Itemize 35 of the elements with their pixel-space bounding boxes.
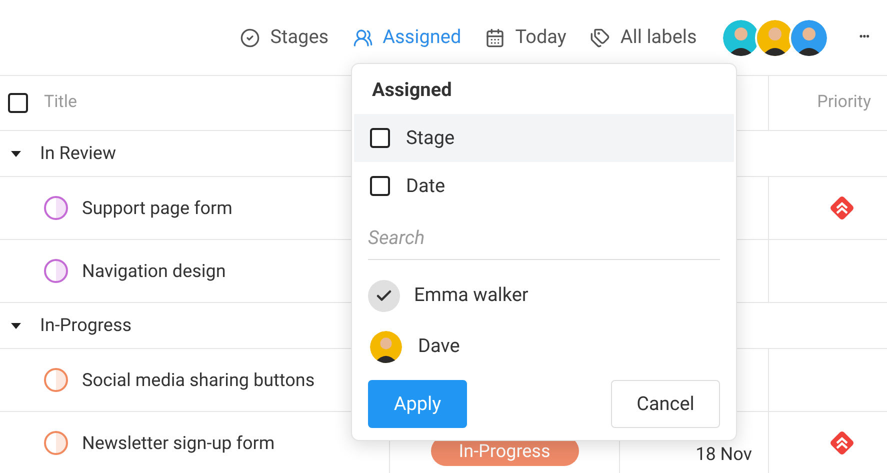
filter-icon — [590, 28, 610, 48]
person-row[interactable]: Emma walker — [352, 270, 736, 321]
option-label: Stage — [406, 124, 455, 151]
group-name: In-Progress — [40, 314, 132, 338]
task-title: Navigation design — [82, 260, 226, 284]
column-header: Title — [44, 91, 77, 114]
caret-icon[interactable] — [10, 322, 22, 330]
filter-icon — [352, 28, 373, 48]
filter-tab[interactable]: Today — [485, 23, 566, 52]
option-row[interactable]: Date — [354, 162, 734, 210]
caret-icon[interactable] — [10, 150, 22, 158]
checkbox[interactable] — [370, 128, 390, 148]
check-icon[interactable] — [368, 280, 400, 312]
filter-icon — [485, 28, 506, 48]
checkbox[interactable] — [8, 93, 28, 113]
task-title: Newsletter sign-up form — [82, 432, 275, 456]
cancel-button[interactable]: Cancel — [611, 380, 720, 428]
person-name: Dave — [418, 333, 460, 360]
checkbox[interactable] — [370, 176, 390, 196]
person-row[interactable]: Dave — [352, 321, 736, 372]
person-name: Emma walker — [414, 282, 528, 308]
task-title: Social media sharing buttons — [82, 368, 315, 392]
filter-tab[interactable]: All labels — [590, 23, 697, 52]
filter-icon — [240, 28, 260, 48]
option-row[interactable]: Stage — [354, 114, 734, 162]
group-name: In Review — [40, 142, 116, 166]
avatar — [368, 328, 404, 364]
column-header: Priority — [817, 91, 871, 114]
task-title: Support page form — [82, 196, 232, 220]
search-field[interactable]: Search — [368, 216, 720, 260]
more-button[interactable]: ••• — [858, 28, 869, 48]
popup-title: Assigned — [371, 77, 453, 103]
due-date: 18 Nov — [696, 442, 752, 466]
filter-tab[interactable]: Stages — [240, 23, 329, 52]
option-label: Date — [406, 172, 446, 199]
